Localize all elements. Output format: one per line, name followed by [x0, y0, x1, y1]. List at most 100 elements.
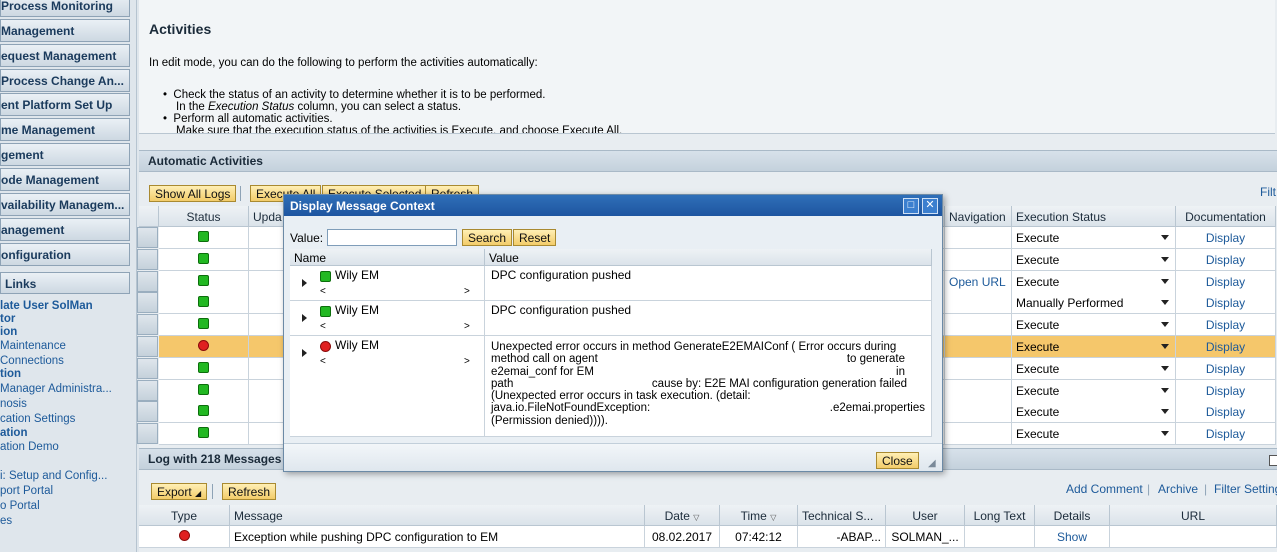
log-col-technical[interactable]: Technical S...	[798, 505, 886, 526]
scroll-left[interactable]: <	[320, 320, 326, 333]
modal-col-value[interactable]: Value	[485, 249, 932, 266]
row-navigation[interactable]	[945, 248, 1012, 271]
row-execution-status-select[interactable]: Execute	[1012, 401, 1176, 424]
resize-grip-icon[interactable]: ◢	[928, 458, 936, 469]
select-all-header[interactable]	[139, 206, 159, 227]
row-documentation-link[interactable]: Display	[1176, 292, 1276, 315]
col-documentation[interactable]: Documentation	[1176, 206, 1276, 227]
row-selector[interactable]	[137, 270, 158, 292]
link-update-user[interactable]: late User SolMan	[0, 300, 93, 313]
link-tor[interactable]: tor	[0, 313, 15, 326]
filter-settings-link[interactable]: Filter Setting	[1214, 482, 1277, 496]
nav-availability[interactable]: vailability Managem...	[0, 193, 130, 216]
dialog-title-bar[interactable]: Display Message Context	[284, 195, 942, 216]
row-documentation-link[interactable]: Display	[1176, 270, 1276, 293]
add-comment-link[interactable]: Add Comment	[1066, 482, 1143, 496]
row-execution-status-select[interactable]: Execute	[1012, 357, 1176, 380]
link-maintenance[interactable]: Maintenance	[0, 340, 66, 353]
nav-anagement[interactable]: anagement	[0, 218, 130, 241]
scroll-right[interactable]: >	[464, 285, 470, 298]
row-documentation-link[interactable]: Display	[1176, 423, 1276, 446]
archive-link[interactable]: Archive	[1158, 482, 1198, 496]
row-selector[interactable]	[137, 336, 158, 357]
row-selector[interactable]	[137, 227, 158, 248]
row-navigation[interactable]	[945, 292, 1012, 315]
nav-configuration[interactable]: onfiguration	[0, 243, 130, 266]
link-ation[interactable]: ation	[0, 427, 27, 440]
row-execution-status-select[interactable]: Execute	[1012, 270, 1176, 293]
log-col-long-text[interactable]: Long Text	[965, 505, 1035, 526]
row-execution-status-select[interactable]: Execute	[1012, 336, 1176, 358]
log-col-message[interactable]: Message	[230, 505, 645, 526]
close-icon[interactable]: ✕	[922, 198, 938, 214]
row-selector[interactable]	[137, 314, 158, 336]
row-navigation[interactable]	[945, 336, 1012, 358]
link-es[interactable]: es	[0, 515, 12, 528]
row-navigation[interactable]: Open URL	[945, 270, 1012, 293]
nav-management[interactable]: Management	[0, 19, 130, 42]
row-navigation[interactable]	[945, 357, 1012, 380]
row-documentation-link[interactable]: Display	[1176, 314, 1276, 337]
nav-code-management[interactable]: ode Management	[0, 168, 130, 191]
row-navigation[interactable]	[945, 379, 1012, 402]
show-all-logs-button[interactable]: Show All Logs	[149, 185, 237, 202]
close-button[interactable]: Close	[876, 452, 919, 469]
row-selector[interactable]	[137, 379, 158, 401]
log-refresh-button[interactable]: Refresh	[222, 483, 277, 500]
nav-platform-setup[interactable]: ent Platform Set Up	[0, 93, 130, 116]
link-connections[interactable]: Connections	[0, 355, 64, 368]
log-col-details[interactable]: Details	[1035, 505, 1110, 526]
row-selector[interactable]	[137, 423, 158, 445]
maximize-icon[interactable]: □	[903, 198, 919, 214]
search-button[interactable]: Search	[462, 229, 513, 246]
log-col-time[interactable]: Time ▽	[720, 505, 798, 526]
row-execution-status-select[interactable]: Execute	[1012, 379, 1176, 402]
row-navigation[interactable]	[945, 314, 1012, 337]
scroll-right[interactable]: >	[464, 320, 470, 333]
expand-icon[interactable]	[302, 349, 307, 357]
modal-col-name[interactable]: Name	[290, 249, 485, 266]
link-port-portal[interactable]: port Portal	[0, 485, 53, 498]
link-cation-settings[interactable]: cation Settings	[0, 413, 75, 426]
nav-process-monitoring[interactable]: Process Monitoring	[0, 0, 130, 17]
row-selector[interactable]	[137, 248, 158, 270]
modal-row-name[interactable]: Wily EM < >	[290, 336, 485, 437]
row-documentation-link[interactable]: Display	[1176, 401, 1276, 424]
nav-time-management[interactable]: me Management	[0, 118, 130, 141]
nav-process-change[interactable]: Process Change An...	[0, 69, 130, 92]
value-input[interactable]	[327, 229, 457, 246]
link-setup-config[interactable]: i: Setup and Config...	[0, 470, 107, 483]
link-tion[interactable]: tion	[0, 368, 21, 381]
scroll-right[interactable]: >	[464, 355, 470, 368]
row-execution-status-select[interactable]: Execute	[1012, 314, 1176, 337]
log-collapse-icon[interactable]	[1269, 455, 1277, 466]
modal-row-name[interactable]: Wily EM < >	[290, 301, 485, 336]
nav-gement[interactable]: gement	[0, 143, 130, 166]
log-col-url[interactable]: URL	[1110, 505, 1277, 526]
reset-button[interactable]: Reset	[513, 229, 557, 246]
row-selector[interactable]	[137, 357, 158, 379]
col-execution-status[interactable]: Execution Status	[1012, 206, 1176, 227]
row-selector[interactable]	[137, 292, 158, 314]
link-manager-admin[interactable]: Manager Administra...	[0, 383, 112, 396]
expand-icon[interactable]	[302, 279, 307, 287]
log-col-user[interactable]: User	[886, 505, 965, 526]
row-execution-status-select[interactable]: Execute	[1012, 248, 1176, 271]
row-navigation[interactable]	[945, 423, 1012, 446]
filter-link[interactable]: Filt	[1260, 185, 1276, 199]
scroll-left[interactable]: <	[320, 285, 326, 298]
row-selector[interactable]	[137, 401, 158, 423]
link-o-portal[interactable]: o Portal	[0, 500, 40, 513]
link-ion[interactable]: ion	[0, 326, 17, 339]
scroll-left[interactable]: <	[320, 355, 326, 368]
row-documentation-link[interactable]: Display	[1176, 227, 1276, 249]
log-row-details-link[interactable]: Show	[1035, 526, 1110, 548]
log-col-date[interactable]: Date ▽	[645, 505, 720, 526]
link-ation-demo[interactable]: ation Demo	[0, 441, 59, 454]
row-documentation-link[interactable]: Display	[1176, 379, 1276, 402]
row-execution-status-select[interactable]: Manually Performed	[1012, 292, 1176, 315]
log-col-type[interactable]: Type	[139, 505, 230, 526]
col-navigation[interactable]: Navigation	[945, 206, 1012, 227]
row-navigation[interactable]	[945, 227, 1012, 249]
export-button[interactable]: Export ◢	[151, 483, 208, 500]
